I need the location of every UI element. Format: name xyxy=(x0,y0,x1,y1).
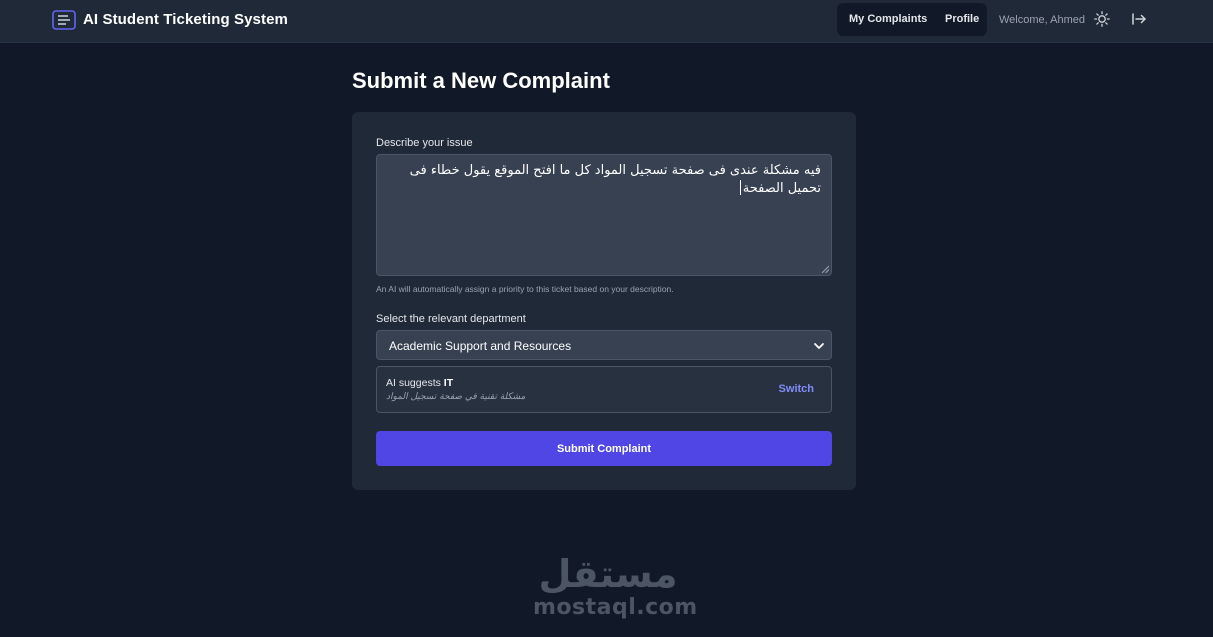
top-navbar: AI Student Ticketing System My Complaint… xyxy=(0,0,1213,43)
app-title: AI Student Ticketing System xyxy=(83,11,288,28)
page-title: Submit a New Complaint xyxy=(352,68,610,93)
switch-department-button[interactable]: Switch xyxy=(779,383,814,395)
complaint-form-card: Describe your issue فيه مشكلة عندى فى صف… xyxy=(352,112,856,490)
logout-icon[interactable] xyxy=(1131,11,1147,27)
mostaql-watermark: مستقل mostaql.com xyxy=(533,552,698,624)
nav-my-complaints[interactable]: My Complaints xyxy=(849,13,927,25)
submit-complaint-button[interactable]: Submit Complaint xyxy=(376,431,832,466)
ai-suggestion-title: AI suggests IT xyxy=(386,377,453,389)
ticket-list-icon xyxy=(52,9,76,30)
text-cursor xyxy=(739,180,741,195)
watermark-arabic: مستقل xyxy=(538,552,678,596)
resize-grip-icon[interactable] xyxy=(821,265,829,273)
sun-icon[interactable] xyxy=(1094,11,1110,27)
department-label: Select the relevant department xyxy=(376,313,526,325)
nav-links: My Complaints Profile xyxy=(837,3,987,36)
nav-profile[interactable]: Profile xyxy=(945,13,979,25)
ai-suggestion-reason: مشكلة تقنية في صفحة تسجيل المواد xyxy=(386,392,526,402)
welcome-text: Welcome, Ahmed xyxy=(999,14,1086,26)
ai-suggestion-box: AI suggests IT مشكلة تقنية في صفحة تسجيل… xyxy=(376,366,832,413)
submit-complaint-label: Submit Complaint xyxy=(556,442,652,455)
ai-suggestion-prefix: AI suggests xyxy=(386,377,444,389)
department-selected-value: Academic Support and Resources xyxy=(389,339,572,353)
ai-priority-hint: An AI will automatically assign a priori… xyxy=(376,284,674,294)
department-select[interactable]: Academic Support and Resources xyxy=(376,330,832,360)
chevron-down-icon xyxy=(814,343,824,349)
brand[interactable]: AI Student Ticketing System xyxy=(52,9,288,30)
ai-suggested-department: IT xyxy=(443,377,454,389)
description-text: فيه مشكلة عندى فى صفحة تسجيل المواد كل م… xyxy=(409,163,821,196)
description-label: Describe your issue xyxy=(376,137,473,149)
watermark-latin: mostaql.com xyxy=(533,595,698,620)
description-textarea[interactable]: فيه مشكلة عندى فى صفحة تسجيل المواد كل م… xyxy=(376,154,832,276)
